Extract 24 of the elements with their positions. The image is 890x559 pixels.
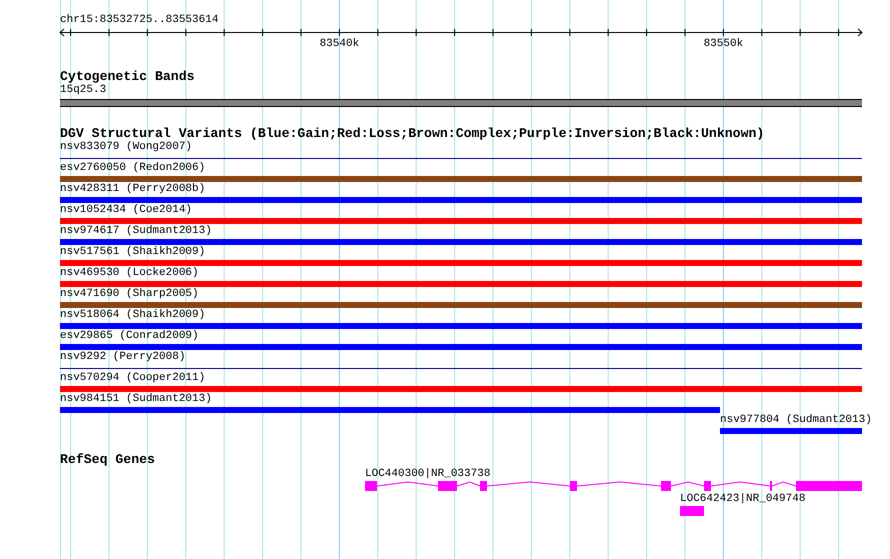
variant-label: nsv9292 (Perry2008) <box>60 351 186 363</box>
gene-label: LOC642423|NR_049748 <box>680 493 806 505</box>
gene-label: LOC440300|NR_033738 <box>365 468 490 480</box>
variant-label: nsv517561 (Shaikh2009) <box>60 246 206 258</box>
ruler-range-label: chr15:83532725..83553614 <box>60 14 218 26</box>
variant-label: esv29865 (Conrad2009) <box>60 330 199 342</box>
tick-label: 83540k <box>320 38 360 51</box>
track-title: RefSeq Genes <box>60 452 155 467</box>
variant-label: nsv471690 (Sharp2005) <box>60 288 199 300</box>
track-title: Cytogenetic Bands <box>60 69 195 84</box>
variant-label: nsv428311 (Perry2008b) <box>60 183 206 195</box>
track-title: DGV Structural Variants (Blue:Gain;Red:Loss;Brown:Complex;Purple:Inversion;Black:Unknown) <box>60 126 764 141</box>
variant-label: nsv984151 (Sudmant2013) <box>60 393 212 405</box>
band-label: 15q25.3 <box>60 84 106 96</box>
gene-model-drawing <box>680 506 704 516</box>
variant-label: nsv518064 (Shaikh2009) <box>60 309 206 321</box>
variant-label: nsv570294 (Cooper2011) <box>60 372 206 384</box>
variant-label: nsv469530 (Locke2006) <box>60 267 199 279</box>
variant-label: nsv977804 (Sudmant2013) <box>720 414 872 426</box>
variant-label: nsv833079 (Wong2007) <box>60 141 192 153</box>
variant-label: nsv1052434 (Coe2014) <box>60 204 192 216</box>
variant-label: esv2760050 (Redon2006) <box>60 162 206 174</box>
variant-label: nsv974617 (Sudmant2013) <box>60 225 212 237</box>
tick-label: 83550k <box>704 38 744 51</box>
